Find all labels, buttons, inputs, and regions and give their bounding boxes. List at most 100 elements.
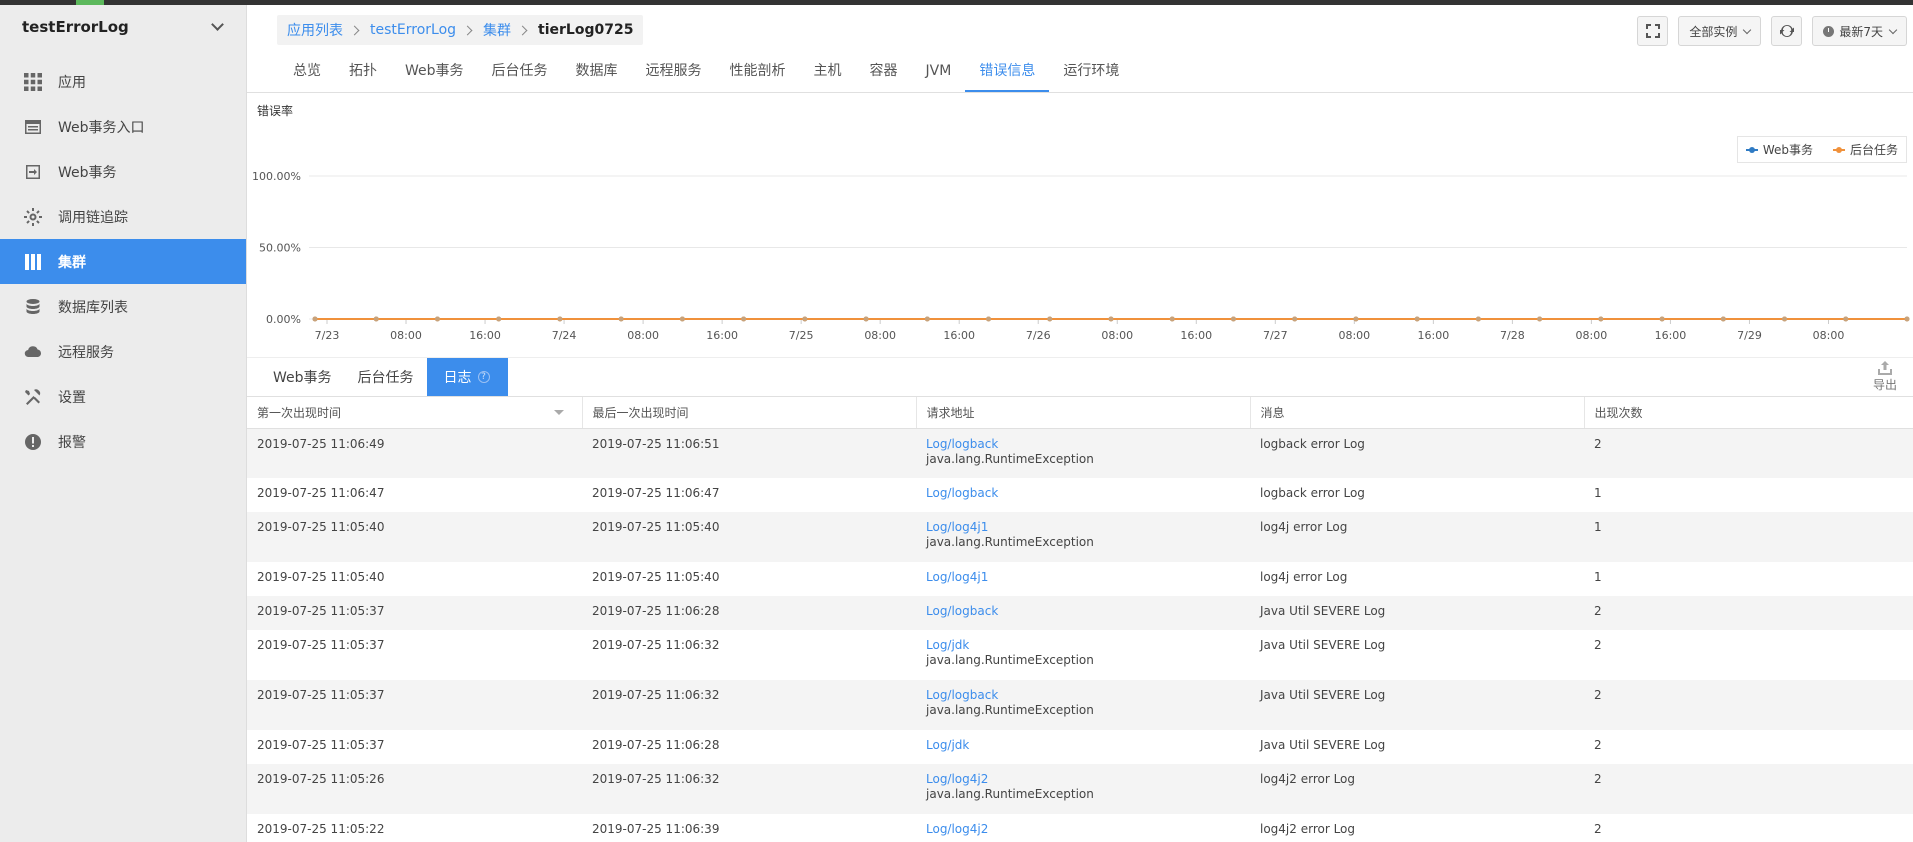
table-row[interactable]: 2019-07-25 11:05:37 2019-07-25 11:06:32 Lo…: [247, 680, 1913, 730]
request-url-link[interactable]: Log/log4j1: [926, 570, 1240, 585]
sidebar-item-databases[interactable]: 数据库列表: [0, 284, 246, 329]
data-point: [1904, 316, 1910, 322]
table-row[interactable]: 2019-07-25 11:06:49 2019-07-25 11:06:51 Lo…: [247, 428, 1913, 478]
y-tick-label: 0.00%: [266, 313, 301, 326]
subtab-logs[interactable]: 日志 ?: [426, 358, 508, 396]
column-header-count[interactable]: 出现次数: [1584, 397, 1913, 429]
breadcrumb-app-list[interactable]: 应用列表: [287, 20, 343, 40]
export-label: 导出: [1872, 378, 1897, 392]
data-point: [373, 316, 379, 322]
tab-errors[interactable]: 错误信息: [965, 54, 1050, 92]
sidebar: testErrorLog 应用 Web事务入口 Web事务 调用链追踪 集群 数…: [0, 5, 247, 842]
request-url-link[interactable]: Log/jdk: [926, 738, 1240, 753]
wrench-icon: [24, 388, 42, 406]
clock-icon: [1823, 25, 1835, 37]
column-header-label: 第一次出现时间: [257, 405, 342, 420]
request-url-link[interactable]: Log/jdk: [926, 638, 1240, 653]
chart-legend: Web事务 后台任务: [1736, 136, 1907, 163]
legend-item-background[interactable]: 后台任务: [1832, 141, 1898, 158]
exception-class: java.lang.RuntimeException: [926, 451, 1094, 466]
subtab-web-transactions[interactable]: Web事务: [247, 358, 345, 396]
request-url-link[interactable]: Log/log4j2: [926, 822, 1240, 837]
cell-first-seen: 2019-07-25 11:05:26: [247, 764, 582, 814]
sidebar-item-web-transactions[interactable]: Web事务: [0, 149, 246, 194]
time-range-select[interactable]: 最新7天: [1812, 16, 1907, 46]
tab-containers[interactable]: 容器: [856, 54, 912, 92]
request-url-link[interactable]: Log/logback: [926, 437, 1240, 452]
cell-request-url: Log/jdk java.lang.RuntimeException: [916, 630, 1250, 680]
table-row[interactable]: 2019-07-25 11:05:37 2019-07-25 11:06:28 Lo…: [247, 730, 1913, 764]
sidebar-nav: 应用 Web事务入口 Web事务 调用链追踪 集群 数据库列表 远程服务 设置: [0, 59, 246, 464]
sidebar-item-settings[interactable]: 设置: [0, 374, 246, 419]
chevron-down-icon: [1888, 25, 1898, 34]
column-header-message[interactable]: 消息: [1250, 397, 1585, 429]
table-row[interactable]: 2019-07-25 11:05:22 2019-07-25 11:06:39 Lo…: [247, 814, 1913, 842]
request-url-link[interactable]: Log/logback: [926, 688, 1240, 703]
cell-message: logback error Log: [1250, 428, 1584, 478]
sidebar-item-cluster[interactable]: 集群: [0, 239, 246, 284]
data-point: [1537, 316, 1543, 322]
help-icon[interactable]: ?: [477, 371, 490, 383]
exception-class: java.lang.RuntimeException: [926, 535, 1094, 549]
tab-environment[interactable]: 运行环境: [1049, 54, 1133, 92]
tab-remote-services[interactable]: 远程服务: [632, 54, 716, 92]
alert-icon: [24, 433, 42, 451]
refresh-button[interactable]: [1771, 16, 1803, 46]
column-header-request-url[interactable]: 请求地址: [916, 397, 1251, 429]
sidebar-item-web-entry[interactable]: Web事务入口: [0, 104, 246, 149]
x-tick-label: 7/23: [315, 329, 340, 342]
cell-count: 2: [1594, 738, 1602, 752]
cell-count: 2: [1584, 764, 1913, 814]
table-row[interactable]: 2019-07-25 11:05:26 2019-07-25 11:06:32 Lo…: [247, 764, 1913, 814]
data-point: [1414, 316, 1420, 322]
column-header-last-seen[interactable]: 最后一次出现时间: [582, 397, 917, 429]
legend-label-background: 后台任务: [1849, 143, 1898, 157]
error-log-table: 第一次出现时间 最后一次出现时间 请求地址 消息 出现次数 2019-07-25…: [247, 397, 1913, 842]
table-header-row: 第一次出现时间 最后一次出现时间 请求地址 消息 出现次数: [247, 397, 1913, 429]
tab-overview[interactable]: 总览: [279, 54, 335, 92]
error-rate-chart-svg: 0.00% 50.00% 100.00% 7/23 08:00 16:00 7/24 08:0…: [252, 170, 1910, 342]
sidebar-item-remote-services[interactable]: 远程服务: [0, 329, 246, 374]
x-tick-label: 7/24: [552, 329, 577, 342]
cell-last-seen: 2019-07-25 11:06:32: [592, 638, 720, 652]
column-header-first-seen[interactable]: 第一次出现时间: [247, 397, 583, 429]
subtab-background-tasks[interactable]: 后台任务: [345, 358, 427, 396]
breadcrumb-app[interactable]: testErrorLog: [370, 22, 456, 38]
export-button[interactable]: 导出: [1873, 360, 1897, 393]
fullscreen-button[interactable]: [1637, 16, 1669, 46]
tab-topology[interactable]: 拓扑: [335, 54, 391, 92]
legend-item-web[interactable]: Web事务: [1745, 141, 1813, 158]
table-row[interactable]: 2019-07-25 11:05:40 2019-07-25 11:05:40 Lo…: [247, 512, 1913, 562]
data-point: [1169, 316, 1175, 322]
request-url-link[interactable]: Log/logback: [926, 486, 1240, 501]
cell-request-url: Log/logback: [916, 596, 1250, 630]
tab-background-tasks[interactable]: 后台任务: [478, 54, 562, 92]
table-row[interactable]: 2019-07-25 11:05:37 2019-07-25 11:06:28 Lo…: [247, 596, 1913, 630]
sidebar-item-apps[interactable]: 应用: [0, 59, 246, 104]
table-row[interactable]: 2019-07-25 11:06:47 2019-07-25 11:06:47 Lo…: [247, 478, 1913, 512]
legend-label-web: Web事务: [1762, 143, 1813, 157]
tab-profiling[interactable]: 性能剖析: [716, 54, 800, 92]
sidebar-item-alerts[interactable]: 报警: [0, 419, 246, 464]
cell-request-url: Log/logback: [916, 478, 1250, 512]
sort-caret-icon[interactable]: [553, 410, 564, 415]
request-url-link[interactable]: Log/log4j1: [926, 520, 1240, 535]
app-switcher[interactable]: testErrorLog: [0, 5, 246, 49]
tab-hosts[interactable]: 主机: [800, 54, 856, 92]
table-row[interactable]: 2019-07-25 11:05:37 2019-07-25 11:06:32 Lo…: [247, 630, 1913, 680]
x-tick-label: 7/28: [1500, 329, 1525, 342]
table-row[interactable]: 2019-07-25 11:05:40 2019-07-25 11:05:40 Lo…: [247, 562, 1913, 596]
instance-select[interactable]: 全部实例: [1678, 16, 1762, 46]
request-url-link[interactable]: Log/logback: [926, 604, 1240, 619]
columns-icon: [24, 253, 42, 271]
data-point: [1047, 316, 1053, 322]
tab-web-transactions[interactable]: Web事务: [391, 54, 478, 92]
tab-jvm[interactable]: JVM: [912, 54, 966, 92]
request-url-link[interactable]: Log/log4j2: [926, 772, 1240, 787]
exception-class: java.lang.RuntimeException: [926, 787, 1094, 801]
breadcrumb-cluster[interactable]: 集群: [483, 20, 511, 40]
data-point: [1598, 316, 1604, 322]
sidebar-item-tracing[interactable]: 调用链追踪: [0, 194, 246, 239]
cell-message: log4j2 error Log: [1260, 822, 1356, 836]
tab-database[interactable]: 数据库: [562, 54, 632, 92]
